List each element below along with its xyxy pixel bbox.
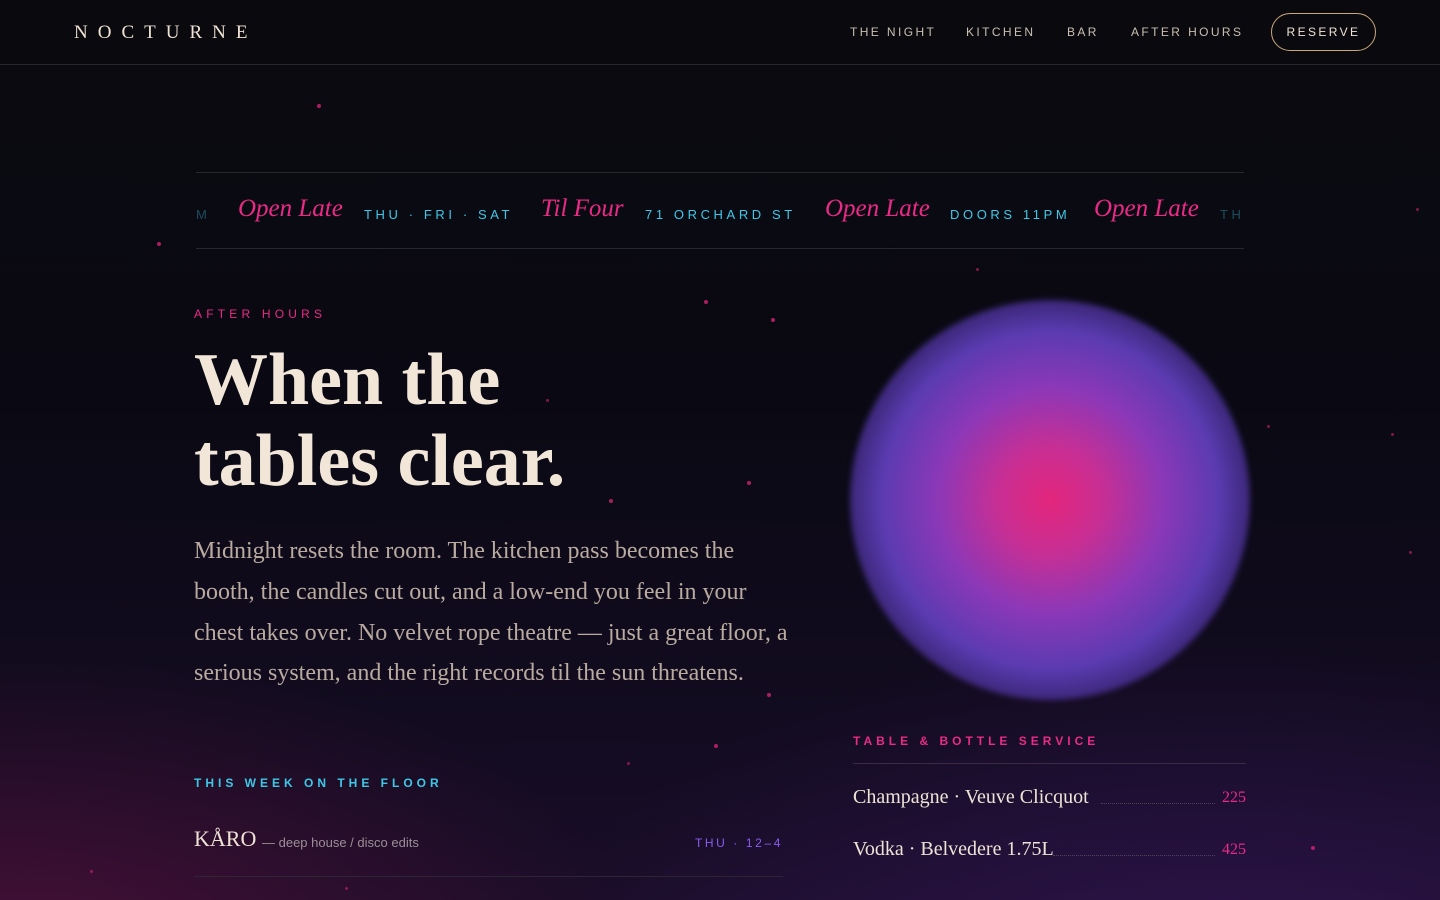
bottle-item: Champagne · Veuve Clicquot 225: [853, 786, 1246, 816]
glow-orb: [850, 300, 1250, 700]
particle-dot: [1311, 846, 1315, 850]
act-time: THU · 12–4: [694, 836, 783, 850]
particle-dot: [157, 242, 161, 246]
particle-dot: [1267, 425, 1270, 428]
nav-item-the-night[interactable]: THE NIGHT: [850, 25, 936, 39]
marquee-item: M: [196, 207, 211, 222]
marquee-item: 71 ORCHARD ST: [645, 207, 796, 222]
marquee-item: THU · FRI · SAT: [364, 207, 514, 222]
nav-item-kitchen[interactable]: KITCHEN: [966, 25, 1035, 39]
bottle-price: 425: [1222, 841, 1246, 858]
dotted-leader: [1101, 803, 1215, 804]
particle-dot: [704, 300, 708, 304]
bottle-name: Champagne · Veuve Clicquot: [853, 786, 1089, 808]
nav-item-after-hours[interactable]: AFTER HOURS: [1131, 25, 1243, 39]
marquee-item: Open Late: [825, 195, 930, 222]
headline-line: When the: [194, 339, 501, 421]
particle-dot: [714, 744, 718, 748]
hero-headline: When the tables clear.: [194, 340, 754, 502]
dotted-leader: [1053, 855, 1215, 856]
marquee-item: Open Late: [1094, 195, 1199, 222]
lineup-title: THIS WEEK ON THE FLOOR: [194, 776, 443, 790]
marquee-item: Til Four: [541, 195, 624, 222]
particle-dot: [771, 318, 775, 322]
reserve-button[interactable]: RESERVE: [1271, 13, 1376, 51]
bottle-item: Vodka · Belvedere 1.75L 425: [853, 838, 1246, 868]
act-name: KÅRO: [194, 826, 257, 851]
act-genre: — deep house / disco edits: [262, 835, 419, 850]
bottle-price: 225: [1222, 789, 1246, 806]
site-logo[interactable]: NOCTURNE: [74, 22, 257, 44]
lineup-row[interactable]: KÅRO — deep house / disco edits THU · 12…: [194, 822, 783, 877]
marquee-item: DOORS 11PM: [950, 207, 1071, 222]
particle-dot: [90, 870, 93, 873]
section-eyebrow: AFTER HOURS: [194, 307, 327, 321]
nav-item-bar[interactable]: BAR: [1067, 25, 1099, 39]
particle-dot: [1391, 433, 1394, 436]
particle-dot: [317, 104, 321, 108]
info-marquee: M Open Late THU · FRI · SAT Til Four 71 …: [196, 172, 1244, 249]
divider: [853, 763, 1246, 764]
bottle-service-title: TABLE & BOTTLE SERVICE: [853, 734, 1100, 748]
hero-lede: Midnight resets the room. The kitchen pa…: [194, 538, 788, 687]
bottle-name: Vodka · Belvedere 1.75L: [853, 838, 1054, 860]
headline-line: tables clear.: [194, 420, 566, 502]
marquee-item: Open Late: [238, 195, 343, 222]
site-header: NOCTURNE THE NIGHT KITCHEN BAR AFTER HOU…: [0, 0, 1440, 65]
particle-dot: [1416, 208, 1419, 211]
particle-dot: [627, 762, 630, 765]
marquee-item: TH: [1220, 207, 1244, 222]
particle-dot: [345, 887, 348, 890]
particle-dot: [976, 268, 979, 271]
particle-dot: [1409, 551, 1412, 554]
